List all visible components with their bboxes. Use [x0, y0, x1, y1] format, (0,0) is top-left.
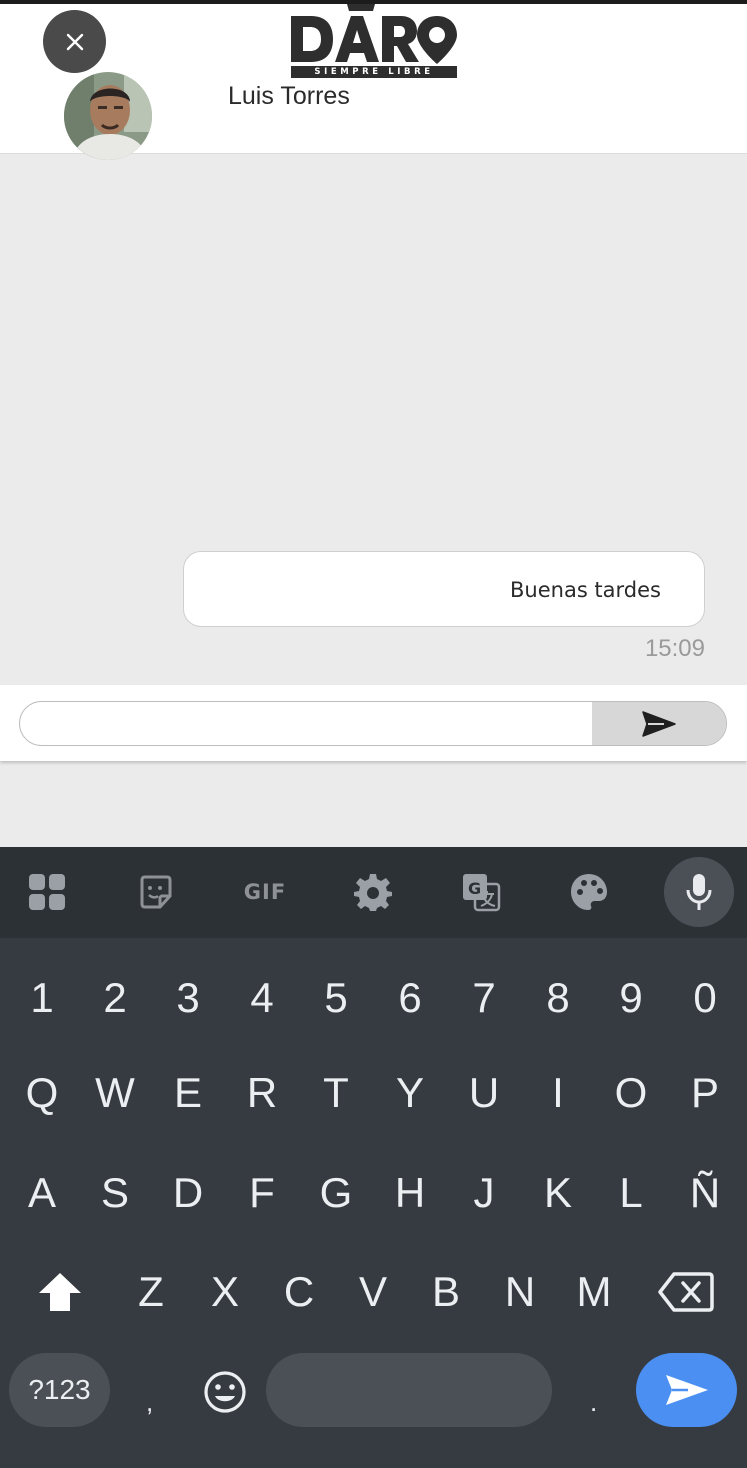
- onscreen-keyboard: GIF G 1 2 3 4 5 6 7 8 9 0 Q W E R T Y U …: [0, 847, 747, 1468]
- key-x[interactable]: X: [195, 1262, 255, 1322]
- shift-icon: [39, 1273, 81, 1311]
- brand-logo: SIEMPRE LIBRE: [289, 4, 459, 78]
- key-b[interactable]: B: [416, 1262, 476, 1322]
- send-button[interactable]: [592, 702, 726, 745]
- key-w[interactable]: W: [85, 1063, 145, 1123]
- key-4[interactable]: 4: [232, 968, 292, 1028]
- microphone-icon: [686, 874, 712, 910]
- contact-bar: Luis Torres: [0, 72, 747, 160]
- logo-wordmark: [291, 4, 457, 64]
- key-d[interactable]: D: [158, 1163, 218, 1223]
- key-m[interactable]: M: [564, 1262, 624, 1322]
- microphone-button[interactable]: [664, 857, 734, 927]
- gif-label: GIF: [243, 880, 287, 904]
- message-timestamp: 15:09: [644, 635, 705, 662]
- key-i[interactable]: I: [528, 1063, 588, 1123]
- key-l[interactable]: L: [601, 1163, 661, 1223]
- key-5[interactable]: 5: [306, 968, 366, 1028]
- key-z[interactable]: Z: [121, 1262, 181, 1322]
- key-g[interactable]: G: [306, 1163, 366, 1223]
- key-8[interactable]: 8: [528, 968, 588, 1028]
- key-q[interactable]: Q: [12, 1063, 72, 1123]
- svg-text:G: G: [468, 879, 481, 898]
- sticker-icon[interactable]: [136, 872, 176, 912]
- key-r[interactable]: R: [232, 1063, 292, 1123]
- key-p[interactable]: P: [675, 1063, 735, 1123]
- comma-key[interactable]: ,: [146, 1387, 153, 1418]
- message-input[interactable]: [20, 702, 594, 745]
- close-button[interactable]: [43, 10, 106, 73]
- emoji-key[interactable]: [200, 1367, 250, 1417]
- key-1[interactable]: 1: [12, 968, 72, 1028]
- key-9[interactable]: 9: [601, 968, 661, 1028]
- key-n-tilde[interactable]: Ñ: [675, 1163, 735, 1223]
- compose-bar: [0, 685, 747, 761]
- contact-avatar[interactable]: [64, 72, 152, 160]
- emoji-icon: [204, 1371, 246, 1413]
- palette-icon[interactable]: [569, 872, 609, 912]
- key-0[interactable]: 0: [675, 968, 735, 1028]
- key-3[interactable]: 3: [158, 968, 218, 1028]
- key-n[interactable]: N: [490, 1262, 550, 1322]
- send-arrow-icon: [665, 1375, 708, 1405]
- send-icon: [642, 710, 676, 737]
- message-list[interactable]: Buenas tardes 15:09: [0, 155, 747, 685]
- logo-tagline: SIEMPRE LIBRE: [291, 66, 457, 78]
- key-2[interactable]: 2: [85, 968, 145, 1028]
- enter-send-key[interactable]: [636, 1353, 737, 1427]
- key-v[interactable]: V: [343, 1262, 403, 1322]
- translate-icon[interactable]: G: [461, 872, 501, 912]
- compose-field: [19, 701, 727, 746]
- space-key[interactable]: [266, 1353, 552, 1427]
- backspace-key[interactable]: [655, 1262, 717, 1322]
- symbols-key[interactable]: ?123: [9, 1353, 110, 1427]
- gif-button[interactable]: GIF: [240, 872, 290, 912]
- key-h[interactable]: H: [380, 1163, 440, 1223]
- shift-key[interactable]: [30, 1262, 90, 1322]
- key-y[interactable]: Y: [380, 1063, 440, 1123]
- keyboard-toolbar: GIF G: [0, 847, 747, 938]
- key-u[interactable]: U: [454, 1063, 514, 1123]
- message-bubble: Buenas tardes: [183, 551, 705, 627]
- key-7[interactable]: 7: [454, 968, 514, 1028]
- key-s[interactable]: S: [85, 1163, 145, 1223]
- key-o[interactable]: O: [601, 1063, 661, 1123]
- apps-grid-icon[interactable]: [27, 872, 67, 912]
- gear-icon[interactable]: [353, 872, 393, 912]
- period-key[interactable]: .: [590, 1387, 597, 1418]
- backspace-icon: [658, 1272, 714, 1312]
- key-j[interactable]: J: [454, 1163, 514, 1223]
- key-k[interactable]: K: [528, 1163, 588, 1223]
- key-6[interactable]: 6: [380, 968, 440, 1028]
- key-e[interactable]: E: [158, 1063, 218, 1123]
- message-text: Buenas tardes: [510, 578, 661, 602]
- user-avatar-image: [64, 72, 152, 160]
- contact-name: Luis Torres: [228, 82, 350, 110]
- close-icon: [66, 33, 83, 50]
- key-t[interactable]: T: [306, 1063, 366, 1123]
- key-f[interactable]: F: [232, 1163, 292, 1223]
- key-c[interactable]: C: [269, 1262, 329, 1322]
- key-a[interactable]: A: [12, 1163, 72, 1223]
